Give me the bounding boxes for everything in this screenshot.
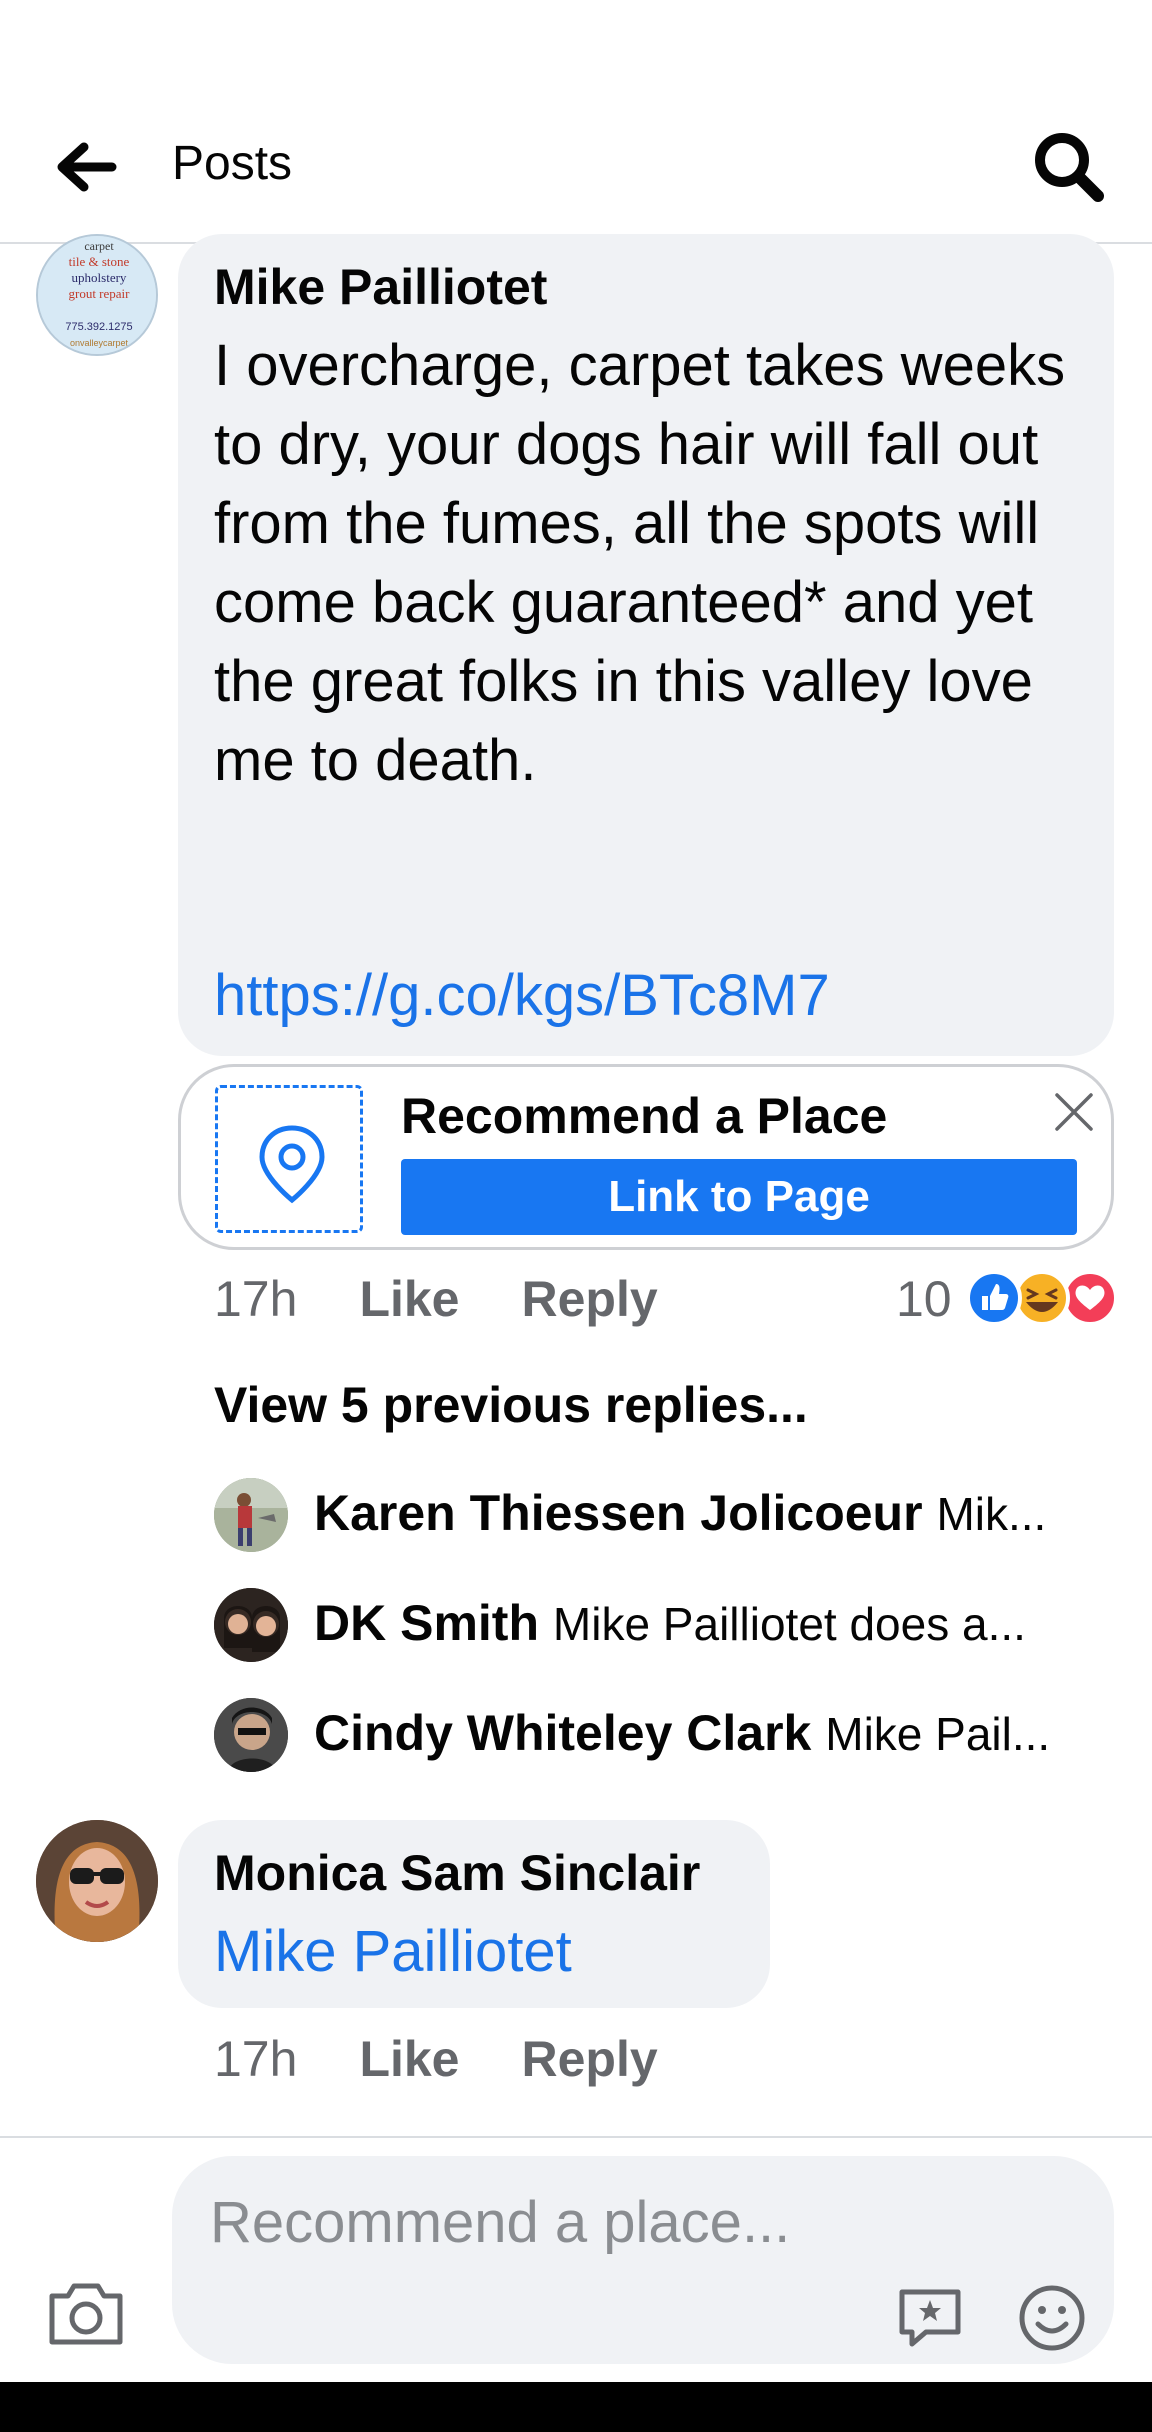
reply-button[interactable]: Reply [522,1271,658,1327]
reply-snippet: Mik... [936,1488,1047,1540]
map-pin-icon [259,1125,325,1204]
arrow-left-icon [57,142,117,192]
comment-time[interactable]: 17h [214,2031,297,2087]
haha-reaction-icon [1014,1270,1070,1326]
reply-item[interactable]: DK Smith Mike Pailliotet does a... [214,1588,1114,1664]
recommend-title: Recommend a Place [401,1088,888,1144]
sticker-button[interactable] [892,2280,968,2356]
place-image-placeholder[interactable] [215,1085,363,1233]
reply-author[interactable]: DK Smith [314,1595,539,1651]
emoji-button[interactable] [1014,2280,1090,2356]
svg-text:carpet: carpet [84,239,114,253]
back-button[interactable] [50,132,120,202]
comment-bubble-second[interactable]: Monica Sam Sinclair Mike Pailliotet [178,1820,770,2008]
avatar-mike-pailliotet[interactable]: carpet tile & stone upholstery grout rep… [36,234,158,356]
comment-author[interactable]: Monica Sam Sinclair [214,1844,700,1902]
reply-item[interactable]: Karen Thiessen Jolicoeur Mik... [214,1478,1114,1554]
search-icon [1035,133,1104,202]
reply-button[interactable]: Reply [522,2031,658,2087]
camera-button[interactable] [44,2274,128,2350]
comment-time[interactable]: 17h [214,1271,297,1327]
comment-input-placeholder: Recommend a place... [210,2190,791,2255]
comment-author[interactable]: Mike Pailliotet [214,258,547,316]
recommend-place-card: Recommend a Place Link to Page [178,1064,1114,1250]
link-to-page-button[interactable]: Link to Page [401,1159,1077,1235]
reply-author[interactable]: Karen Thiessen Jolicoeur [314,1485,923,1541]
avatar[interactable] [214,1588,288,1662]
comment-text: I overcharge, carpet takes weeks to dry,… [214,333,1066,793]
svg-text:upholstery: upholstery [72,270,127,285]
search-button[interactable] [1030,128,1106,204]
comment-link[interactable]: https://g.co/kgs/BTc8M7 [214,956,830,1035]
svg-text:onvalleycarpet: onvalleycarpet [70,338,129,348]
camera-icon [49,2283,123,2345]
like-reaction-icon [966,1270,1022,1326]
system-navigation-bar [0,2382,1152,2432]
close-button[interactable] [1049,1087,1099,1137]
reply-snippet: Mike Pailliotet does a... [552,1598,1026,1650]
reply-author[interactable]: Cindy Whiteley Clark [314,1705,811,1761]
like-button[interactable]: Like [359,1271,459,1327]
svg-text:775.392.1275: 775.392.1275 [65,321,132,333]
comment-bubble-main[interactable]: Mike Pailliotet I overcharge, carpet tak… [178,234,1114,1056]
reply-snippet: Mike Pail... [825,1708,1051,1760]
sticker-icon [899,2289,961,2347]
avatar[interactable] [214,1478,288,1552]
page-title: Posts [172,137,293,190]
mention-link[interactable]: Mike Pailliotet [214,1912,572,1991]
like-button[interactable]: Like [359,2031,459,2087]
svg-text:grout repair: grout repair [68,286,130,301]
comment-composer: Recommend a place... [0,2136,1152,2382]
reaction-count[interactable]: 10 [896,1270,952,1328]
comment-input[interactable]: Recommend a place... [172,2156,1114,2364]
view-previous-replies-link[interactable]: View 5 previous replies... [214,1376,808,1434]
love-reaction-icon [1062,1270,1118,1326]
reply-item[interactable]: Cindy Whiteley Clark Mike Pail... [214,1698,1114,1774]
svg-text:tile & stone: tile & stone [69,254,130,269]
avatar[interactable] [214,1698,288,1772]
comment-actions-second: 17h Like Reply [214,2030,658,2088]
comment-actions-main: 17h Like Reply [214,1270,658,1328]
top-bar: Posts [0,0,1152,244]
avatar-monica-sam-sinclair[interactable] [36,1820,158,1942]
business-logo-image: carpet tile & stone upholstery grout rep… [38,236,156,354]
reaction-icons[interactable] [966,1268,1118,1328]
close-icon [1055,1093,1093,1131]
emoji-icon [1019,2285,1085,2351]
